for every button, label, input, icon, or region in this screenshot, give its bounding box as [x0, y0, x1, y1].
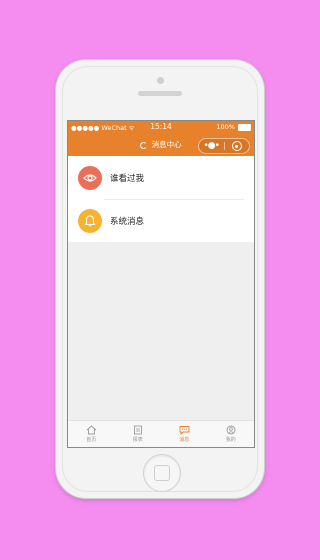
message-list: 谁看过我 系统消息: [68, 156, 254, 242]
tab-label: 消息: [179, 437, 190, 443]
eye-icon-svg: [83, 173, 97, 182]
close-button[interactable]: [225, 139, 250, 153]
front-camera: [157, 77, 164, 84]
target-close-icon: [231, 141, 242, 151]
report-icon: [133, 425, 142, 435]
list-item-label: 系统消息: [110, 216, 145, 227]
tab-profile[interactable]: 我的: [208, 421, 255, 447]
home-button[interactable]: [143, 454, 181, 492]
status-bar: ●●●●● WeChat ᯤ 15:14 100%: [68, 121, 254, 134]
bell-icon: [78, 208, 102, 233]
message-icon: [179, 426, 190, 435]
list-item-who-viewed-me[interactable]: 谁看过我: [68, 156, 254, 199]
user-icon: [226, 425, 236, 435]
tab-label: 首页: [86, 437, 97, 443]
nav-bar: 消息中心 •●•: [68, 134, 254, 156]
page-title: 消息中心: [151, 140, 182, 149]
tab-label: 报表: [132, 437, 143, 443]
tab-bar: 首页 报表 消息 我的: [68, 420, 254, 447]
phone-speaker: [138, 91, 182, 96]
loading-spinner-icon: [140, 141, 148, 149]
tab-label: 我的: [225, 437, 236, 443]
battery-percent: 100%: [216, 123, 235, 131]
more-button[interactable]: •●•: [199, 139, 224, 153]
eye-icon: [78, 165, 102, 190]
home-icon: [86, 425, 97, 435]
battery-icon: [238, 123, 251, 131]
mini-program-capsule: •●•: [198, 138, 250, 154]
tab-home[interactable]: 首页: [68, 421, 115, 447]
tab-messages[interactable]: 消息: [161, 421, 208, 447]
tab-report[interactable]: 报表: [115, 421, 162, 447]
list-item-system-messages[interactable]: 系统消息: [68, 199, 254, 242]
more-dots-icon: •●•: [203, 140, 221, 151]
app-screen: ●●●●● WeChat ᯤ 15:14 100% 消息中心 •●• 谁看过我 …: [67, 120, 255, 448]
home-square-icon: [154, 465, 170, 481]
bell-icon-svg: [84, 214, 96, 226]
list-item-label: 谁看过我: [110, 173, 145, 184]
